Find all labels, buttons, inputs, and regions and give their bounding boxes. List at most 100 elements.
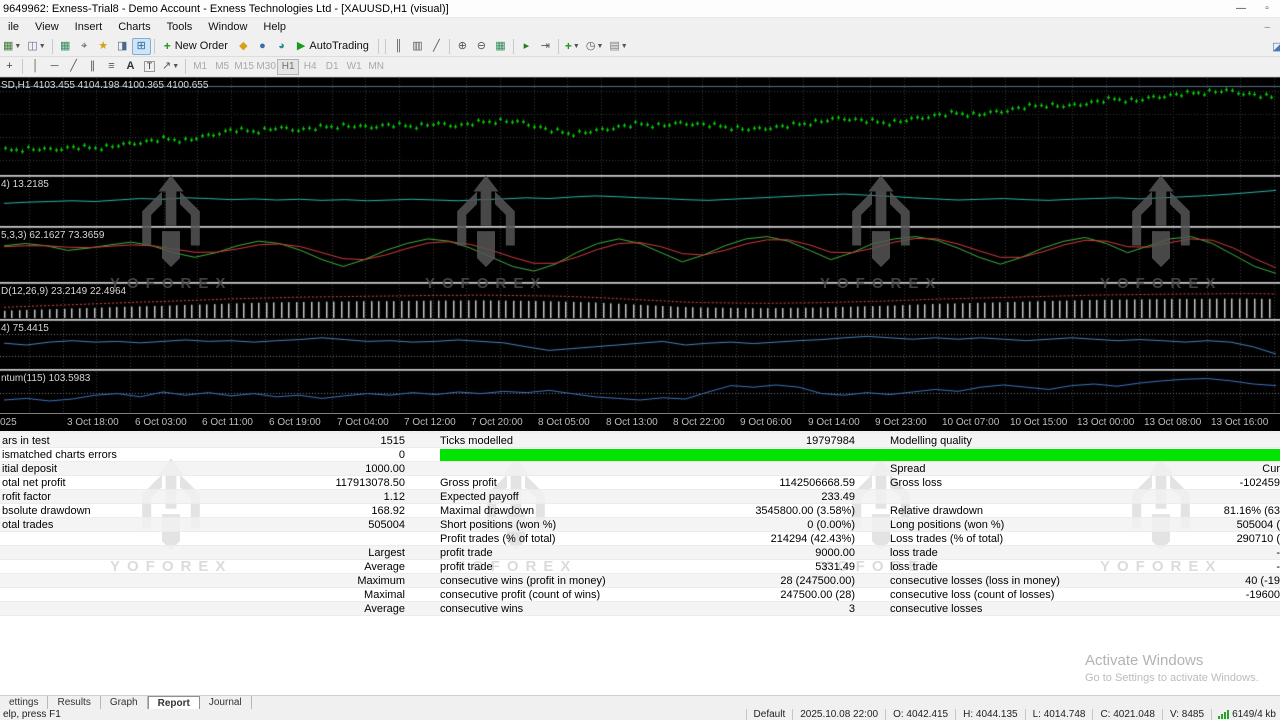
periods-button[interactable]: ◷▼ xyxy=(583,38,607,55)
report-value: 247500.00 (28) xyxy=(780,588,855,601)
terminal-button[interactable]: ◨ xyxy=(113,38,132,55)
profiles-icon: ◫ xyxy=(27,41,37,52)
report-col-left: otal trades505004 xyxy=(0,518,405,531)
navigator-button[interactable]: ★ xyxy=(94,38,113,55)
autotrading-button[interactable]: ▶AutoTrading xyxy=(291,38,375,55)
tab-graph[interactable]: Graph xyxy=(101,696,148,709)
menu-item-help[interactable]: Help xyxy=(255,20,294,34)
clock-icon: ◷ xyxy=(586,41,596,52)
line-chart-button[interactable]: ╱ xyxy=(427,38,446,55)
traffic-kb-text: 6149/4 kb xyxy=(1232,709,1276,720)
price-chart-canvas[interactable] xyxy=(0,78,1280,413)
zoom-out-button[interactable]: ⊖ xyxy=(472,38,491,55)
mql5-community-button[interactable]: ● xyxy=(253,38,272,55)
candlestick-chart-button[interactable]: ▥ xyxy=(408,38,427,55)
report-value: 9000.00 xyxy=(815,546,855,559)
report-label: consecutive wins (profit in money) xyxy=(440,574,606,587)
trendline-button[interactable]: ╱ xyxy=(64,58,83,75)
tile-windows-button[interactable]: ▦ xyxy=(491,38,510,55)
new-chart-button[interactable]: ▦▼ xyxy=(0,38,24,55)
report-value: 19797984 xyxy=(806,434,855,447)
time-axis-label: 10 Oct 15:00 xyxy=(1010,417,1067,428)
zoom-in-button[interactable]: ⊕ xyxy=(453,38,472,55)
auto-scroll-button[interactable]: ▸ xyxy=(517,38,536,55)
crosshair-button[interactable]: + xyxy=(0,58,19,75)
minimize-button[interactable]: — xyxy=(1228,3,1254,14)
horizontal-line-button[interactable]: ─ xyxy=(45,58,64,75)
time-axis-label: 9 Oct 14:00 xyxy=(808,417,860,428)
tab-report[interactable]: Report xyxy=(148,696,200,709)
timeframe-button-h1[interactable]: H1 xyxy=(277,59,299,75)
report-value: 1515 xyxy=(381,434,405,447)
menu-item-charts[interactable]: Charts xyxy=(110,20,158,34)
menu-item-tools[interactable]: Tools xyxy=(159,20,201,34)
tab-results[interactable]: Results xyxy=(48,696,100,709)
report-value: 3545800.00 (3.58%) xyxy=(755,504,855,517)
bar-chart-button[interactable]: ║ xyxy=(389,38,408,55)
news-button[interactable]: ◕ xyxy=(272,38,291,55)
report-label: otal net profit xyxy=(2,476,66,489)
timeframe-button-m30[interactable]: M30 xyxy=(255,59,277,75)
tab-journal[interactable]: Journal xyxy=(200,696,252,709)
report-label: ismatched charts errors xyxy=(2,448,117,461)
report-row: otal net profit117913078.50Gross profit1… xyxy=(0,476,1280,490)
chart-shift-button[interactable]: ⇥ xyxy=(536,38,555,55)
text-button[interactable]: A xyxy=(121,58,140,75)
menu-item-view[interactable]: View xyxy=(27,20,67,34)
report-col-right: Loss trades (% of total)290710 ( xyxy=(890,532,1280,545)
timeframe-button-d1[interactable]: D1 xyxy=(321,59,343,75)
tab-ettings[interactable]: ettings xyxy=(0,696,48,709)
market-watch-button[interactable]: ▦ xyxy=(56,38,75,55)
report-label: profit trade xyxy=(440,546,493,559)
report-row: bsolute drawdown168.92Maximal drawdown35… xyxy=(0,504,1280,518)
report-label: itial deposit xyxy=(2,462,57,475)
report-value: -102459 xyxy=(1240,476,1280,489)
report-label: otal trades xyxy=(2,518,53,531)
report-label: Relative drawdown xyxy=(890,504,983,517)
metaeditor-icon: ◆ xyxy=(239,41,247,52)
report-label: Modelling quality xyxy=(890,434,972,447)
timeframe-button-w1[interactable]: W1 xyxy=(343,59,365,75)
crosshair-icon: + xyxy=(6,61,12,72)
timeframe-button-h4[interactable]: H4 xyxy=(299,59,321,75)
menu-item-window[interactable]: Window xyxy=(200,20,255,34)
time-axis-label: 10 Oct 07:00 xyxy=(942,417,999,428)
report-label: Profit trades (% of total) xyxy=(440,532,556,545)
profiles-button[interactable]: ◫▼ xyxy=(24,38,48,55)
metaeditor-button[interactable]: ◆ xyxy=(234,38,253,55)
indicators-button[interactable]: +▼ xyxy=(562,38,583,55)
maximize-button[interactable]: ▫ xyxy=(1254,3,1280,14)
report-label: loss trade xyxy=(890,546,938,559)
report-label: ars in test xyxy=(2,434,50,447)
report-col-right: SpreadCur xyxy=(890,462,1280,475)
fibonacci-button[interactable]: ≡ xyxy=(102,58,121,75)
menu-item-insert[interactable]: Insert xyxy=(67,20,111,34)
application-window: 9649962: Exness-Trial8 - Demo Account - … xyxy=(0,0,1280,720)
report-label: consecutive losses xyxy=(890,602,982,615)
menu-item-ile[interactable]: ile xyxy=(0,20,27,34)
timeframe-button-mn[interactable]: MN xyxy=(365,59,387,75)
templates-button[interactable]: ▤▼ xyxy=(606,38,630,55)
status-segments: Default2025.10.08 22:00O: 4042.415H: 404… xyxy=(746,709,1212,720)
report-row: otal trades505004Short positions (won %)… xyxy=(0,518,1280,532)
report-col-mid: Maximal drawdown 3545800.00 (3.58%) xyxy=(440,504,855,517)
channel-button[interactable]: ∥ xyxy=(83,58,102,75)
standard-toolbar: ▦▼ ◫▼ ▦ ⌖ ★ ◨ ⊞ +New Order ◆ ● ◕ ▶AutoTr… xyxy=(0,36,1280,57)
new-order-button[interactable]: +New Order xyxy=(158,38,234,55)
report-row: Profit trades (% of total)214294 (42.43%… xyxy=(0,532,1280,546)
window-title: 9649962: Exness-Trial8 - Demo Account - … xyxy=(0,3,449,15)
report-value: Maximal xyxy=(364,588,405,601)
timeframe-button-m15[interactable]: M15 xyxy=(233,59,255,75)
strategy-tester-button[interactable]: ⊞ xyxy=(132,38,151,55)
arrows-button[interactable]: ↗▼ xyxy=(159,58,182,75)
vertical-line-button[interactable]: │ xyxy=(26,58,45,75)
timeframe-button-m5[interactable]: M5 xyxy=(211,59,233,75)
report-label: bsolute drawdown xyxy=(2,504,91,517)
report-label: Maximal drawdown xyxy=(440,504,534,517)
report-col-right xyxy=(890,490,1280,503)
mdi-minimize-icon[interactable]: – xyxy=(1264,22,1280,33)
text-label-button[interactable]: T xyxy=(140,58,159,75)
timeframe-button-m1[interactable]: M1 xyxy=(189,59,211,75)
data-window-button[interactable]: ⌖ xyxy=(75,38,94,55)
report-col-mid: Gross profit1142506668.59 xyxy=(440,476,855,489)
